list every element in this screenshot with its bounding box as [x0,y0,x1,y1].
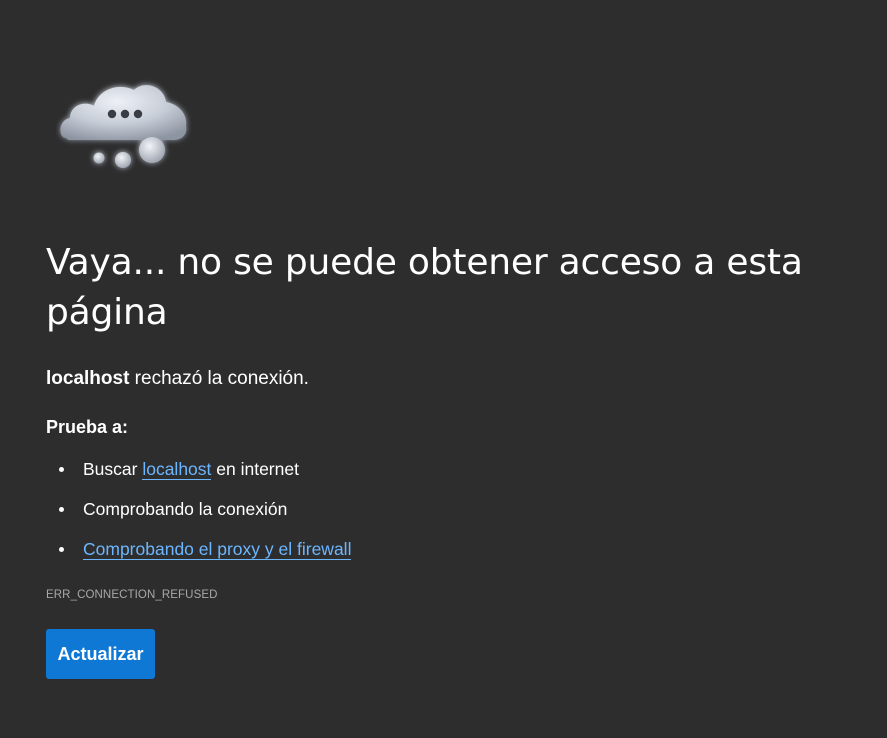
bullet-icon [59,507,64,512]
suggestion-check-proxy: Comprobando el proxy y el firewall [46,536,352,576]
refresh-button[interactable]: Actualizar [46,629,155,679]
check-proxy-firewall-link[interactable]: Comprobando el proxy y el firewall [83,539,352,560]
error-reason: localhost rechazó la conexión. [46,366,309,392]
suggestion-check-connection-text: Comprobando la conexión [83,499,288,519]
bullet-icon [59,467,64,472]
search-localhost-link[interactable]: localhost [142,459,212,480]
suggestion-search-suffix: en internet [211,459,299,479]
suggestion-search-prefix: Buscar [83,459,143,479]
try-label: Prueba a: [46,417,129,437]
page-title: Vaya... no se puede obtener acceso a est… [46,242,803,333]
reason-text: rechazó la conexión. [129,368,309,389]
error-code: ERR_CONNECTION_REFUSED [46,589,218,601]
suggestion-check-connection: Comprobando la conexión [46,496,351,536]
host-name: localhost [46,368,130,389]
cloud-thinking-icon [56,76,196,176]
suggestion-search: Buscar localhost en internet [46,456,351,496]
suggestions-list: Buscar localhost en internet Comprobando… [46,456,352,576]
bullet-icon [59,547,64,552]
